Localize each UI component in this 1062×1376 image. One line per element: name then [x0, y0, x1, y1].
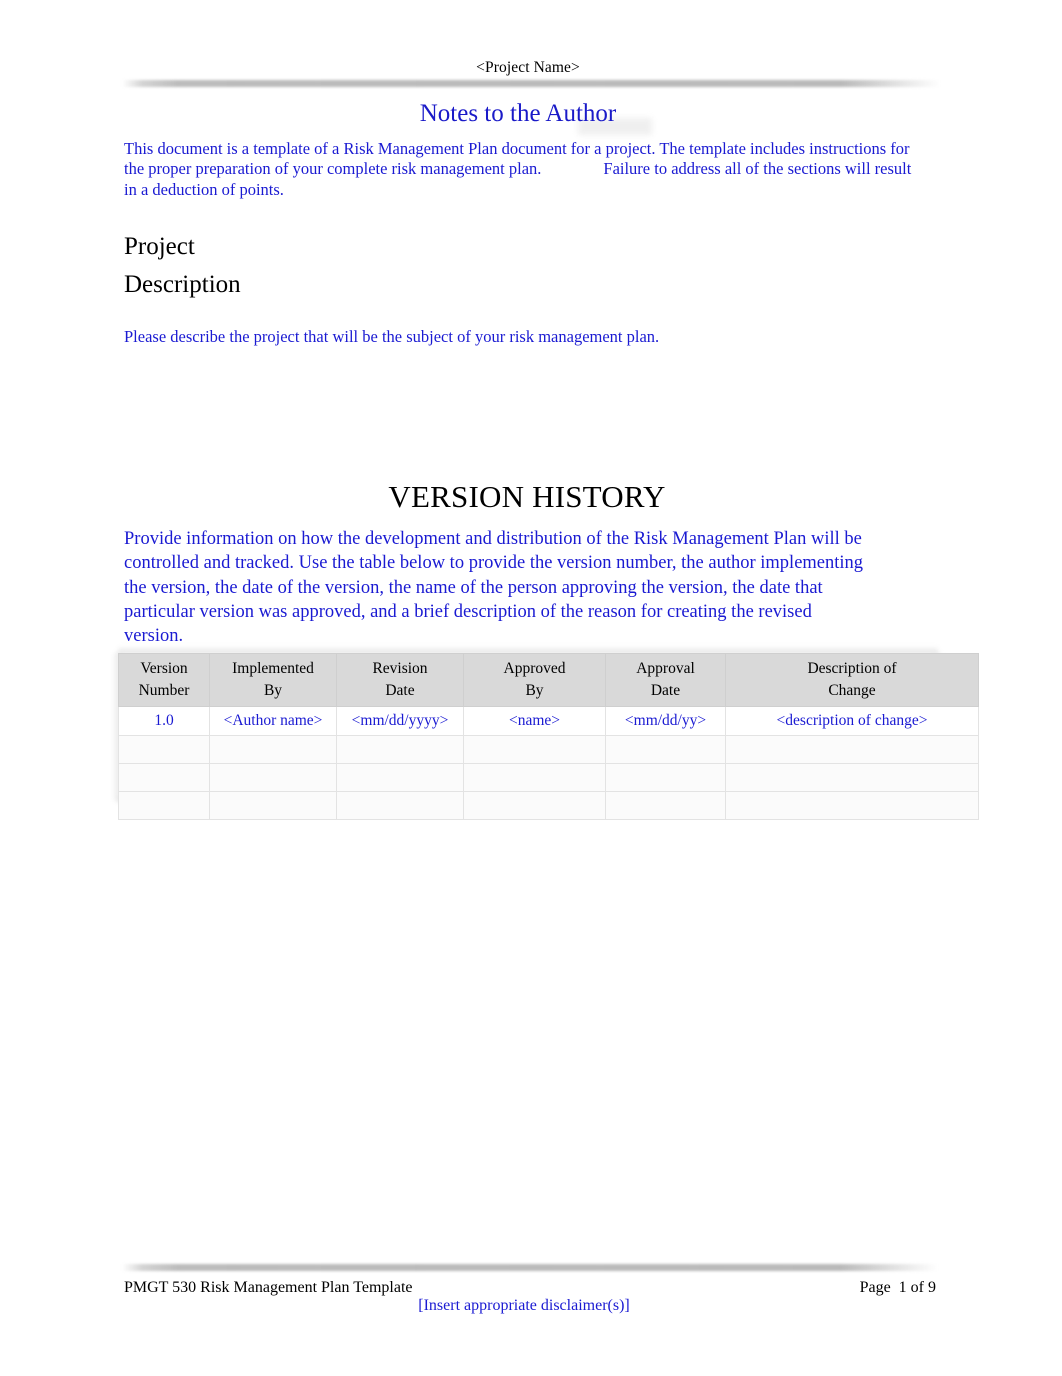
- column-header-revision-date-line1: Revision: [372, 660, 428, 677]
- cell-implemented-by[interactable]: [209, 762, 337, 792]
- column-header-approved-by-line1: Approved: [503, 660, 566, 677]
- cell-description-of-change[interactable]: [725, 790, 979, 820]
- footer-page-number: Page 1 of 9: [859, 1279, 936, 1296]
- footer-row: PMGT 530 Risk Management Plan Template P…: [124, 1278, 936, 1298]
- table-header-row: Version Number Implemented By Revision D…: [118, 653, 979, 707]
- cell-version-number[interactable]: 1.0: [118, 706, 210, 736]
- table-row[interactable]: [118, 734, 979, 764]
- cell-implemented-by[interactable]: [209, 790, 337, 820]
- column-header-revision-date: Revision Date: [336, 653, 464, 707]
- notes-to-author-heading: Notes to the Author: [419, 100, 617, 127]
- cell-implemented-by[interactable]: [209, 734, 337, 764]
- column-header-description-of-change-line1: Description of: [807, 660, 897, 677]
- version-history-table-wrapper: Version Number Implemented By Revision D…: [118, 653, 979, 820]
- cell-revision-date[interactable]: [336, 790, 464, 820]
- footer-template-title: PMGT 530 Risk Management Plan Template: [124, 1279, 413, 1296]
- cell-description-of-change[interactable]: <description of change>: [725, 706, 979, 736]
- version-history-table: Version Number Implemented By Revision D…: [118, 653, 979, 820]
- cell-approval-date[interactable]: <mm/dd/yy>: [605, 706, 726, 736]
- cell-approval-date[interactable]: [605, 790, 726, 820]
- cell-version-number[interactable]: [118, 734, 210, 764]
- column-header-approved-by-line2: By: [525, 681, 544, 699]
- header-rule-divider: [122, 80, 940, 87]
- footer-disclaimer: [Insert appropriate disclaimer(s)]: [418, 1297, 630, 1314]
- column-header-approved-by: Approved By: [463, 653, 606, 707]
- project-description-heading: Project Description: [124, 228, 241, 304]
- table-row[interactable]: [118, 762, 979, 792]
- cell-revision-date[interactable]: <mm/dd/yyyy>: [336, 706, 464, 736]
- cell-revision-date[interactable]: [336, 762, 464, 792]
- table-row[interactable]: 1.0 <Author name> <mm/dd/yyyy> <name> <m…: [118, 706, 979, 736]
- project-description-heading-line2: Description: [124, 271, 241, 298]
- page-footer: PMGT 530 Risk Management Plan Template P…: [124, 1278, 936, 1298]
- column-header-implemented-by: Implemented By: [209, 653, 337, 707]
- column-header-implemented-by-line1: Implemented: [232, 660, 314, 677]
- column-header-version-number: Version Number: [118, 653, 210, 707]
- notes-to-author-paragraph: This document is a template of a Risk Ma…: [124, 139, 924, 200]
- version-history-paragraph: Provide information on how the developme…: [124, 529, 864, 647]
- cell-approval-date[interactable]: [605, 762, 726, 792]
- cell-description-of-change[interactable]: [725, 762, 979, 792]
- document-page: <Project Name> Notes to the Author This …: [0, 0, 1062, 1376]
- cell-approval-date[interactable]: [605, 734, 726, 764]
- cell-approved-by[interactable]: <name>: [463, 706, 606, 736]
- column-header-description-of-change: Description of Change: [725, 653, 979, 707]
- column-header-implemented-by-line2: By: [263, 681, 283, 699]
- table-body: 1.0 <Author name> <mm/dd/yyyy> <name> <m…: [118, 706, 979, 820]
- cell-revision-date[interactable]: [336, 734, 464, 764]
- column-header-approval-date: Approval Date: [605, 653, 726, 707]
- page-header: <Project Name>: [118, 58, 938, 78]
- table-header: Version Number Implemented By Revision D…: [118, 653, 979, 707]
- cell-version-number[interactable]: [118, 790, 210, 820]
- cell-version-number[interactable]: [118, 762, 210, 792]
- version-history-heading: VERSION HISTORY: [388, 479, 666, 514]
- cell-implemented-by[interactable]: <Author name>: [209, 706, 337, 736]
- cell-approved-by[interactable]: [463, 734, 606, 764]
- column-header-approval-date-line1: Approval: [636, 660, 695, 677]
- project-description-heading-line1: Project: [124, 233, 195, 260]
- column-header-version-number-line2: Number: [138, 681, 190, 699]
- cell-description-of-change[interactable]: [725, 734, 979, 764]
- cell-approved-by[interactable]: [463, 762, 606, 792]
- column-header-description-of-change-line2: Change: [828, 681, 876, 699]
- column-header-version-number-line1: Version: [140, 660, 188, 677]
- column-header-revision-date-line2: Date: [385, 681, 415, 699]
- project-description-paragraph: Please describe the project that will be…: [124, 327, 660, 346]
- footer-rule-divider: [122, 1264, 938, 1271]
- cell-approved-by[interactable]: [463, 790, 606, 820]
- column-header-approval-date-line2: Date: [650, 681, 681, 699]
- header-project-name: <Project Name>: [476, 59, 580, 76]
- table-row[interactable]: [118, 790, 979, 820]
